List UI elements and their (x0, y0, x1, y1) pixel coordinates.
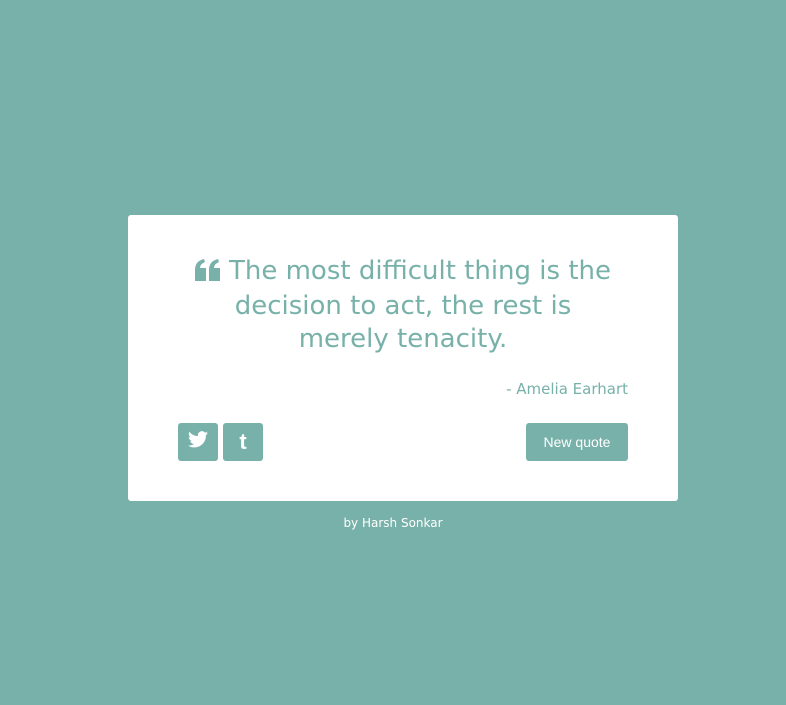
quote-text-block: The most difficult thing is the decision… (178, 255, 628, 356)
quote-author: - Amelia Earhart (506, 380, 628, 398)
footer-credit: by Harsh Sonkar (0, 516, 786, 530)
quote-left-icon (194, 257, 221, 290)
quote-actions: t New quote (178, 423, 628, 461)
tumblr-quote-button[interactable]: t (223, 423, 263, 461)
footer-prefix: by (343, 516, 359, 530)
quote-text: The most difficult thing is the decision… (228, 256, 612, 354)
footer-author-link[interactable]: Harsh Sonkar (362, 516, 443, 530)
twitter-icon (188, 431, 208, 453)
tumblr-icon: t (239, 429, 247, 454)
quote-box: The most difficult thing is the decision… (128, 215, 678, 501)
tweet-quote-button[interactable] (178, 423, 218, 461)
new-quote-button[interactable]: New quote (526, 423, 628, 461)
